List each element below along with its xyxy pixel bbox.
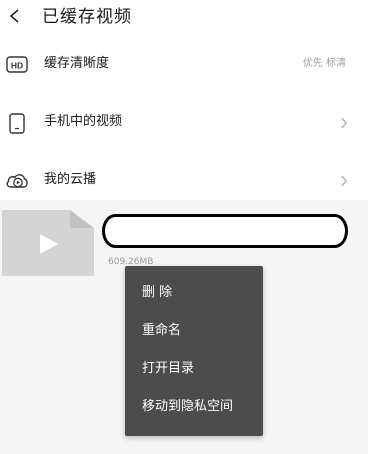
hd-icon: HD [4,53,30,77]
move-to-private-menu-item[interactable]: 移动到隐私空间 [125,389,263,425]
page-title: 已缓存视频 [42,7,132,27]
top-bar: 已缓存视频 [0,0,368,36]
svg-text:HD: HD [11,61,23,71]
chevron-left-icon[interactable] [6,5,24,27]
cache-quality-value: 优先 标清 [302,58,346,69]
chevron-right-icon [340,173,348,187]
cache-quality-label: 缓存清晰度 [44,56,110,71]
cache-quality-row[interactable]: HD 缓存清晰度 优先 标清 [0,36,368,94]
video-file-icon [2,210,94,276]
context-menu: 删 除 重命名 打开目录 移动到隐私空间 [125,266,263,436]
phone-icon [4,111,30,135]
cloud-play-label: 我的云播 [44,172,97,187]
chevron-right-icon [340,115,348,129]
open-folder-menu-item[interactable]: 打开目录 [125,351,263,387]
cloud-play-icon [4,169,30,193]
rename-menu-item[interactable]: 重命名 [125,313,263,349]
delete-menu-item[interactable]: 删 除 [125,275,263,311]
phone-videos-row[interactable]: 手机中的视频 [0,94,368,152]
phone-videos-label: 手机中的视频 [44,114,123,129]
video-name-redacted [102,214,348,248]
